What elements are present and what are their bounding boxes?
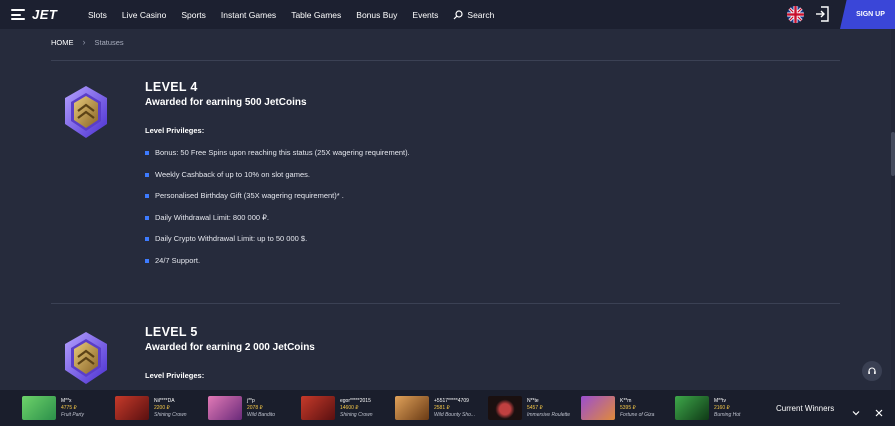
bullet-icon [145,237,149,241]
nav-item-bonus-buy[interactable]: Bonus Buy [356,10,397,20]
winner-amount: 5395 ₽ [620,404,636,411]
game-thumbnail [22,396,56,420]
privileges-list: Bonus: 50 Free Spins upon reaching this … [145,148,410,277]
winner-user: N**te [527,397,539,404]
site-logo[interactable]: JET [32,7,57,22]
game-thumbnail [488,396,522,420]
winner-game: Shining Crown [340,411,373,418]
close-icon[interactable] [875,404,883,422]
divider [51,60,840,61]
privilege-text: Weekly Cashback of up to 10% on slot gam… [155,169,310,179]
list-item: Weekly Cashback of up to 10% on slot gam… [145,170,410,192]
level-title: LEVEL 5 [145,325,198,339]
winner-game: Shining Crown [154,411,187,418]
winner-amount: 2160 ₽ [714,404,730,411]
game-thumbnail [115,396,149,420]
breadcrumb: HOME › Statuses [51,37,124,47]
winner-user: M**x [61,397,72,404]
level-badge-icon [60,330,112,388]
privilege-text: Personalised Birthday Gift (35X wagering… [155,191,344,200]
winner-user: egor*****2015 [340,397,371,404]
winner-item[interactable]: Nil****DA 2200 ₽ Shining Crown [115,396,187,420]
game-thumbnail [395,396,429,420]
winner-game: Immersive Roulette [527,411,571,418]
privilege-text: Daily Crypto Withdrawal Limit: up to 50 … [155,234,308,243]
nav-item-events[interactable]: Events [412,10,438,20]
current-winners-bar: M**x 4775 ₽ Fruit Party Nil****DA 2200 ₽… [0,390,895,426]
bullet-icon [145,258,149,263]
level-title: LEVEL 4 [145,80,198,94]
nav-item-table-games[interactable]: Table Games [291,10,341,20]
winner-amount: 2078 ₽ [247,404,263,411]
current-winners-label[interactable]: Current Winners [776,404,834,413]
game-thumbnail [301,396,335,420]
winner-item[interactable]: M**tv 2160 ₽ Burning Hot [675,396,740,420]
winner-item[interactable]: M**x 4775 ₽ Fruit Party [22,396,84,420]
bullet-icon [145,151,149,155]
winner-user: K**m [620,397,632,404]
winner-item[interactable]: egor*****2015 14600 ₽ Shining Crown [301,396,373,420]
winner-game: Wild Bandito [247,411,276,418]
list-item: Bonus: 50 Free Spins upon reaching this … [145,148,410,170]
winner-user: +5517*****4709 [434,397,469,404]
list-item: Personalised Birthday Gift (35X wagering… [145,191,410,213]
winner-amount: 14600 ₽ [340,404,359,411]
menu-icon[interactable] [11,9,25,20]
winner-game: Wild Bounty Sho... [434,411,476,418]
search-icon [453,9,464,19]
winner-amount: 2200 ₽ [154,404,170,411]
winner-item[interactable]: +5517*****4709 2581 ₽ Wild Bounty Sho... [395,396,475,420]
bullet-icon [145,172,149,177]
winner-item[interactable]: N**te 5457 ₽ Immersive Roulette [488,396,570,420]
list-item: Daily Crypto Withdrawal Limit: up to 50 … [145,234,410,256]
level-subtitle: Awarded for earning 2 000 JetCoins [145,342,315,353]
support-button[interactable] [862,361,882,381]
winner-game: Burning Hot [714,411,741,418]
winner-item[interactable]: j**p 2078 ₽ Wild Bandito [208,396,275,420]
breadcrumb-current: Statuses [94,37,124,47]
winner-item[interactable]: K**m 5395 ₽ Fortune of Giza [581,396,654,420]
winner-amount: 2581 ₽ [434,404,450,411]
winner-game: Fortune of Giza [620,411,655,418]
sign-up-button[interactable]: SIGN UP [840,0,895,29]
top-navigation-bar: JET Slots Live Casino Sports Instant Gam… [0,0,895,29]
nav-item-slots[interactable]: Slots [88,10,107,20]
privilege-text: 24/7 Support. [155,255,201,265]
chevron-down-icon[interactable] [852,404,860,422]
nav-item-instant-games[interactable]: Instant Games [221,10,276,20]
search-label: Search [467,9,495,20]
list-item: Daily Withdrawal Limit: 800 000 ₽. [145,213,410,235]
privilege-text: Bonus: 50 Free Spins upon reaching this … [155,148,410,157]
chevron-right-icon: › [82,37,86,47]
winner-user: Nil****DA [154,397,175,404]
divider [51,303,840,304]
main-nav: Slots Live Casino Sports Instant Games T… [88,0,494,29]
game-thumbnail [581,396,615,420]
scrollbar-thumb[interactable] [891,132,895,176]
bullet-icon [145,215,149,220]
privilege-text: Daily Withdrawal Limit: 800 000 ₽. [155,212,269,222]
breadcrumb-home[interactable]: HOME [51,38,74,47]
game-thumbnail [208,396,242,420]
game-thumbnail [675,396,709,420]
winner-amount: 4775 ₽ [61,404,77,411]
list-item: 24/7 Support. [145,256,410,278]
winner-user: j**p [247,397,255,404]
headset-icon [868,367,876,374]
winner-game: Fruit Party [61,411,85,418]
winner-amount: 5457 ₽ [527,404,543,411]
page-scrollbar[interactable] [891,29,895,390]
level-badge-icon [60,84,112,142]
nav-item-sports[interactable]: Sports [181,10,206,20]
search-button[interactable]: Search [453,10,494,20]
level-subtitle: Awarded for earning 500 JetCoins [145,97,307,108]
privileges-label: Level Privileges: [145,371,205,380]
winner-user: M**tv [714,397,726,404]
login-icon[interactable] [815,6,830,22]
bullet-icon [145,194,149,198]
privileges-label: Level Privileges: [145,126,205,135]
nav-item-live-casino[interactable]: Live Casino [122,10,166,20]
uk-flag-icon[interactable] [787,6,804,23]
